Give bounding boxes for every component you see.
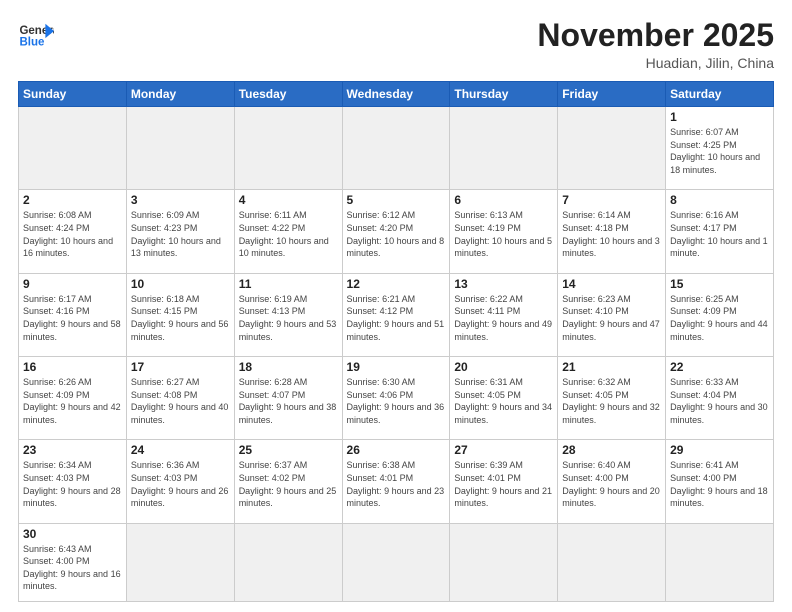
day-12: 12 Sunrise: 6:21 AMSunset: 4:12 PMDaylig… [342,273,450,356]
svg-text:Blue: Blue [19,36,45,48]
empty-cell [558,107,666,190]
col-wednesday: Wednesday [342,82,450,107]
day-9: 9 Sunrise: 6:17 AMSunset: 4:16 PMDayligh… [19,273,127,356]
empty-cell [234,523,342,601]
calendar-header-row: Sunday Monday Tuesday Wednesday Thursday… [19,82,774,107]
day-16: 16 Sunrise: 6:26 AMSunset: 4:09 PMDaylig… [19,357,127,440]
col-saturday: Saturday [666,82,774,107]
day-30: 30 Sunrise: 6:43 AMSunset: 4:00 PMDaylig… [19,523,127,601]
day-7: 7 Sunrise: 6:14 AMSunset: 4:18 PMDayligh… [558,190,666,273]
empty-cell [19,107,127,190]
day-15: 15 Sunrise: 6:25 AMSunset: 4:09 PMDaylig… [666,273,774,356]
empty-cell [126,107,234,190]
month-title: November 2025 [537,18,774,53]
col-thursday: Thursday [450,82,558,107]
empty-cell [342,523,450,601]
day-24: 24 Sunrise: 6:36 AMSunset: 4:03 PMDaylig… [126,440,234,523]
col-tuesday: Tuesday [234,82,342,107]
logo-icon: General Blue [18,18,54,54]
header: General Blue November 2025 Huadian, Jili… [18,18,774,71]
day-25: 25 Sunrise: 6:37 AMSunset: 4:02 PMDaylig… [234,440,342,523]
day-26: 26 Sunrise: 6:38 AMSunset: 4:01 PMDaylig… [342,440,450,523]
day-17: 17 Sunrise: 6:27 AMSunset: 4:08 PMDaylig… [126,357,234,440]
day-6: 6 Sunrise: 6:13 AMSunset: 4:19 PMDayligh… [450,190,558,273]
day-13: 13 Sunrise: 6:22 AMSunset: 4:11 PMDaylig… [450,273,558,356]
day-11: 11 Sunrise: 6:19 AMSunset: 4:13 PMDaylig… [234,273,342,356]
day-22: 22 Sunrise: 6:33 AMSunset: 4:04 PMDaylig… [666,357,774,440]
day-14: 14 Sunrise: 6:23 AMSunset: 4:10 PMDaylig… [558,273,666,356]
col-friday: Friday [558,82,666,107]
day-19: 19 Sunrise: 6:30 AMSunset: 4:06 PMDaylig… [342,357,450,440]
title-block: November 2025 Huadian, Jilin, China [537,18,774,71]
col-monday: Monday [126,82,234,107]
day-28: 28 Sunrise: 6:40 AMSunset: 4:00 PMDaylig… [558,440,666,523]
day-5: 5 Sunrise: 6:12 AMSunset: 4:20 PMDayligh… [342,190,450,273]
empty-cell [450,523,558,601]
empty-cell [666,523,774,601]
calendar-row-3: 9 Sunrise: 6:17 AMSunset: 4:16 PMDayligh… [19,273,774,356]
calendar-row-2: 2 Sunrise: 6:08 AMSunset: 4:24 PMDayligh… [19,190,774,273]
empty-cell [558,523,666,601]
calendar-row-6: 30 Sunrise: 6:43 AMSunset: 4:00 PMDaylig… [19,523,774,601]
calendar-row-5: 23 Sunrise: 6:34 AMSunset: 4:03 PMDaylig… [19,440,774,523]
day-2: 2 Sunrise: 6:08 AMSunset: 4:24 PMDayligh… [19,190,127,273]
day-3: 3 Sunrise: 6:09 AMSunset: 4:23 PMDayligh… [126,190,234,273]
empty-cell [342,107,450,190]
day-27: 27 Sunrise: 6:39 AMSunset: 4:01 PMDaylig… [450,440,558,523]
calendar: Sunday Monday Tuesday Wednesday Thursday… [18,81,774,602]
empty-cell [234,107,342,190]
day-1: 1 Sunrise: 6:07 AMSunset: 4:25 PMDayligh… [666,107,774,190]
empty-cell [126,523,234,601]
day-29: 29 Sunrise: 6:41 AMSunset: 4:00 PMDaylig… [666,440,774,523]
empty-cell [450,107,558,190]
day-18: 18 Sunrise: 6:28 AMSunset: 4:07 PMDaylig… [234,357,342,440]
page: General Blue November 2025 Huadian, Jili… [0,0,792,612]
day-23: 23 Sunrise: 6:34 AMSunset: 4:03 PMDaylig… [19,440,127,523]
logo: General Blue [18,18,54,54]
location: Huadian, Jilin, China [537,55,774,71]
col-sunday: Sunday [19,82,127,107]
day-21: 21 Sunrise: 6:32 AMSunset: 4:05 PMDaylig… [558,357,666,440]
calendar-row-4: 16 Sunrise: 6:26 AMSunset: 4:09 PMDaylig… [19,357,774,440]
day-10: 10 Sunrise: 6:18 AMSunset: 4:15 PMDaylig… [126,273,234,356]
calendar-row-1: 1 Sunrise: 6:07 AMSunset: 4:25 PMDayligh… [19,107,774,190]
day-8: 8 Sunrise: 6:16 AMSunset: 4:17 PMDayligh… [666,190,774,273]
day-4: 4 Sunrise: 6:11 AMSunset: 4:22 PMDayligh… [234,190,342,273]
day-20: 20 Sunrise: 6:31 AMSunset: 4:05 PMDaylig… [450,357,558,440]
